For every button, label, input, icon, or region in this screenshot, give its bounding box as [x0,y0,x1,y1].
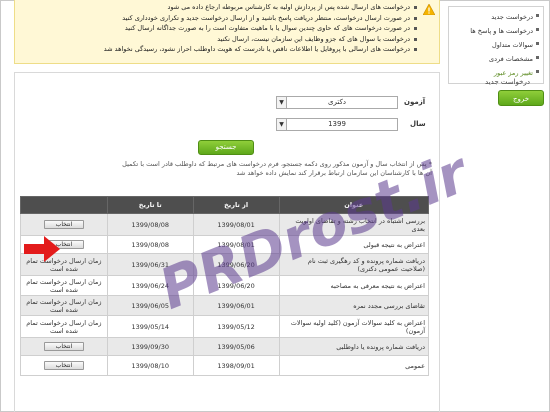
year-select[interactable]: ▼ 1399 [276,118,398,131]
table-row: عمومی 1398/09/01 1399/08/10 انتخاب [20,355,429,376]
request-title: اعتراض به کلید سوالات آزمون (کلید اولیه … [278,315,429,338]
from-date: 1399/06/20 [192,253,280,276]
search-button[interactable]: جستجو [198,140,254,155]
year-label: سال [410,120,426,128]
notice-line: درخواست های ارسالی با پروفایل یا اطلاعات… [104,44,418,55]
red-arrow-icon [24,236,60,262]
column-header-to: تا تاریخ [106,196,194,214]
exam-select-value: دکتری [328,98,346,106]
action-cell: زمان ارسال درخواست تمام شده است [20,275,108,296]
to-date: 1399/08/08 [106,213,194,236]
notice-line: در صورت ارسال درخواست، منتظر دریافت پاسخ… [104,13,418,24]
action-cell: انتخاب [20,337,108,356]
to-date: 1399/06/05 [106,295,194,316]
sidebar-item-requests-answers[interactable]: درخواست ها و پاسخ ها [453,24,539,38]
notice-line: درخواست با سوال های که جزو وظایف این ساز… [104,34,418,45]
request-types-table: عنوان از تاریخ تا تاریخ بررسی اشتباه در … [20,196,429,376]
expired-message: زمان ارسال درخواست تمام شده است [26,297,102,314]
warning-icon [423,4,435,15]
section-title: درخواست جدید [485,78,530,86]
from-date: 1398/09/01 [192,355,280,376]
from-date: 1399/06/01 [192,295,280,316]
chevron-down-icon: ▼ [277,119,287,130]
to-date: 1399/08/10 [106,355,194,376]
sidebar-item-new-request[interactable]: درخواست جدید [453,10,539,24]
request-title: تقاضای بررسی مجدد نمره [278,295,429,316]
request-title: اعتراض به نتیجه معرفی به مصاحبه [278,275,429,296]
to-date: 1399/06/24 [106,275,194,296]
action-cell: انتخاب [20,213,108,236]
instruction-note: * پس از انتخاب سال و آزمون مذکور روی دکم… [122,160,432,177]
table-row: تقاضای بررسی مجدد نمره 1399/06/01 1399/06/… [20,295,429,316]
sidebar: درخواست جدید درخواست ها و پاسخ ها سوالات… [448,6,544,106]
to-date: 1399/08/08 [106,235,194,254]
request-title: بررسی اشتباه در انتخاب رشته و تقاضای اول… [278,213,429,236]
notice-list: درخواست های ارسال شده پس از پردازش اولیه… [104,2,418,55]
request-title: عمومی [278,355,429,376]
select-button[interactable]: انتخاب [43,220,84,229]
request-title: دریافت شماره پرونده یا داوطلبی [278,337,429,356]
action-cell: زمان ارسال درخواست تمام شده است [20,315,108,338]
logout-button[interactable]: خروج [498,90,544,106]
table-row: اعتراض به کلید سوالات آزمون (کلید اولیه … [20,315,429,338]
from-date: 1399/08/01 [192,235,280,254]
select-button[interactable]: انتخاب [43,361,84,370]
column-header-title: عنوان [278,196,429,214]
action-cell: انتخاب [20,355,108,376]
exam-select[interactable]: ▼ دکتری [276,96,398,109]
column-header-action [20,196,108,214]
action-cell: زمان ارسال درخواست تمام شده است [20,295,108,316]
notice-line: در صورت درخواست های که حاوی چندین سوال ی… [104,23,418,34]
notice-panel: درخواست های ارسال شده پس از پردازش اولیه… [14,0,440,64]
year-select-value: 1399 [328,120,346,128]
to-date: 1399/09/30 [106,337,194,356]
column-header-from: از تاریخ [192,196,280,214]
table-row: دریافت شماره پرونده یا داوطلبی 1399/05/06… [20,337,429,356]
table-row: اعتراض به نتیجه معرفی به مصاحبه 1399/06/2… [20,275,429,296]
to-date: 1399/05/14 [106,315,194,338]
expired-message: زمان ارسال درخواست تمام شده است [26,318,102,335]
expired-message: زمان ارسال درخواست تمام شده است [26,277,102,294]
from-date: 1399/06/20 [192,275,280,296]
request-title: دریافت شماره پرونده و کد رهگیری ثبت نام … [278,253,429,276]
from-date: 1399/05/12 [192,315,280,338]
notice-line: درخواست های ارسال شده پس از پردازش اولیه… [104,2,418,13]
table-row: بررسی اشتباه در انتخاب رشته و تقاضای اول… [20,213,429,236]
from-date: 1399/05/06 [192,337,280,356]
request-title: اعتراض به نتیجه قبولی [278,235,429,254]
select-button[interactable]: انتخاب [43,342,84,351]
chevron-down-icon: ▼ [277,97,287,108]
sidebar-item-profile[interactable]: مشخصات فردی [453,52,539,66]
sidebar-item-faq[interactable]: سوالات متداول [453,38,539,52]
table-row: دریافت شماره پرونده و کد رهگیری ثبت نام … [20,253,429,276]
exam-label: آزمون [404,98,426,106]
table-row: اعتراض به نتیجه قبولی 1399/08/01 1399/08/0… [20,235,429,254]
from-date: 1399/08/01 [192,213,280,236]
sidebar-menu: درخواست جدید درخواست ها و پاسخ ها سوالات… [448,6,544,84]
table-header-row: عنوان از تاریخ تا تاریخ [20,196,429,214]
to-date: 1399/06/31 [106,253,194,276]
